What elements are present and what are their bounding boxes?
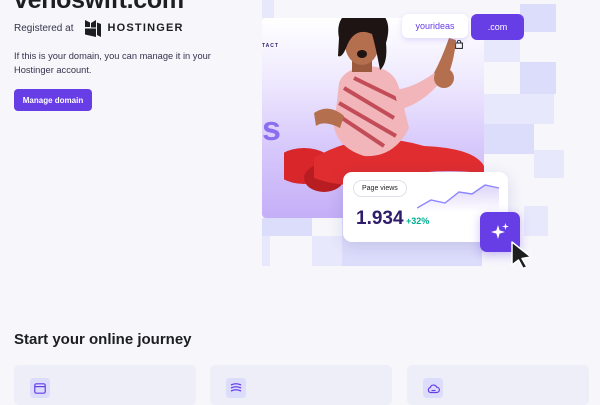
hostinger-brand[interactable]: HOSTINGER: [85, 19, 184, 37]
hostinger-logo-icon: [85, 19, 102, 37]
preview-nav-text: TACT: [262, 43, 279, 49]
sparkles-icon: [491, 223, 509, 239]
browser-window-icon: [34, 382, 46, 394]
card-icon-box: [423, 378, 443, 398]
hostinger-name: HOSTINGER: [107, 22, 184, 34]
registered-at: Registered at HOSTINGER: [14, 19, 184, 37]
page-views-value: 1.934: [356, 208, 404, 229]
manage-domain-button[interactable]: Manage domain: [14, 89, 92, 111]
card-icon-box: [226, 378, 246, 398]
registered-label: Registered at: [14, 22, 74, 34]
tld-pill: .com: [471, 14, 524, 40]
card-icon-box: [30, 378, 50, 398]
domain-title: venoswift.com: [14, 0, 184, 14]
journey-title: Start your online journey: [14, 331, 192, 348]
cloud-hosting-icon: [427, 383, 440, 393]
page-views-delta: +32%: [406, 216, 430, 226]
manage-description: If this is your domain, you can manage i…: [14, 51, 211, 75]
page-views-sparkline: [417, 184, 500, 212]
cursor-icon: [511, 241, 532, 270]
journey-card-hosting[interactable]: [407, 365, 589, 405]
preview-headline-letter: s: [262, 110, 281, 148]
domain-search-pill: yourideas: [402, 14, 468, 38]
hero-illustration: TACT s: [262, 0, 600, 290]
layers-icon: [230, 383, 242, 392]
page-views-label: Page views: [353, 180, 407, 197]
journey-card-website[interactable]: [14, 365, 196, 405]
journey-card-builder[interactable]: [210, 365, 392, 405]
